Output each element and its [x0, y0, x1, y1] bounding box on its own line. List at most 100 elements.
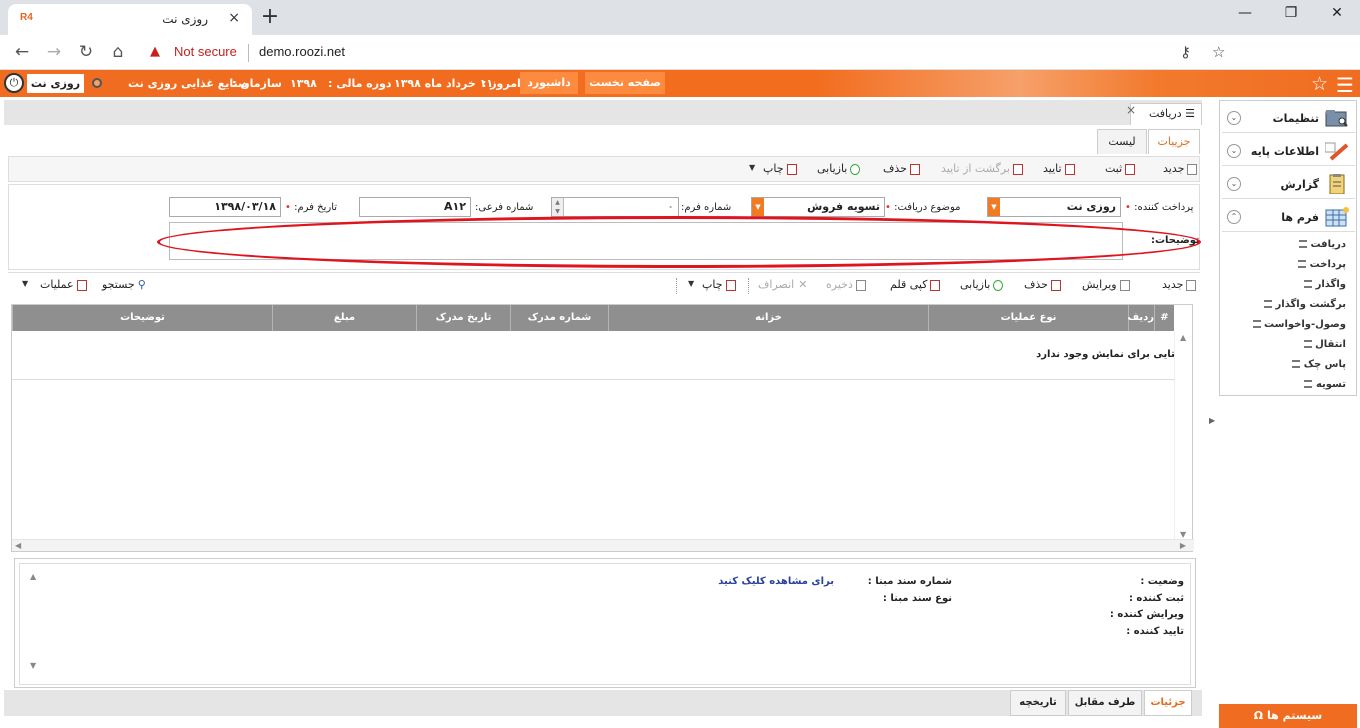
bookmark-star-icon[interactable]: ☆	[1212, 43, 1225, 61]
close-window-icon[interactable]: ✕	[1314, 5, 1360, 21]
form-number-field[interactable]: ۰ ▲ ▼	[551, 197, 679, 217]
page-tab-receipt[interactable]: ☰ دریافت	[1130, 103, 1202, 125]
form-date-field[interactable]: ۱۳۹۸/۰۳/۱۸	[169, 197, 281, 217]
sidebar-item-move[interactable]: انتقال	[1300, 339, 1346, 350]
col-row[interactable]: ردیف	[1127, 305, 1154, 331]
menu-icon[interactable]: ☰	[1336, 73, 1354, 97]
minimize-icon[interactable]: —	[1222, 5, 1268, 21]
tab-counterparty[interactable]: طرف مقابل	[1068, 690, 1142, 716]
grid-print-button[interactable]: چاپ	[702, 278, 736, 291]
chevron-up-icon[interactable]: ⌃	[1227, 210, 1241, 224]
payer-field[interactable]: روزی نت ▼	[987, 197, 1121, 217]
home-icon[interactable]: ⌂	[106, 42, 130, 62]
grid-edit-button[interactable]: ویرایش	[1082, 278, 1130, 291]
favorites-star-icon[interactable]: ☆	[1311, 73, 1328, 95]
col-operation-type[interactable]: نوع عملیات	[928, 305, 1128, 331]
maximize-icon[interactable]: ❐	[1268, 5, 1314, 21]
home-page-button[interactable]: صفحه نخست	[585, 72, 665, 94]
sidebar-item-return-transfer[interactable]: برگشت واگذار	[1260, 299, 1346, 310]
sidebar: تنظیمات ⌄ اطلاعات پایه ⌄ گزارش ⌄ فرم ها …	[1219, 100, 1357, 396]
browser-tab[interactable]: R4 روزی نت ×	[8, 4, 252, 35]
sidebar-group-forms[interactable]: فرم ها ⌃	[1222, 202, 1355, 232]
current-user[interactable]: روزی نت	[27, 74, 84, 93]
items-grid: # ردیف نوع عملیات خزانه شماره مدرک تاریخ…	[11, 304, 1194, 552]
chevron-down-icon[interactable]: ⌄	[1227, 111, 1241, 125]
key-icon[interactable]: ⚷	[1180, 43, 1191, 61]
new-tab-button[interactable]: +	[256, 5, 284, 31]
scroll-left-icon[interactable]: ◀	[15, 541, 21, 550]
scroll-up-icon[interactable]: ▲	[1180, 333, 1186, 342]
tab-list[interactable]: لیست	[1097, 129, 1147, 154]
save-button[interactable]: ثبت	[1105, 162, 1136, 175]
sidebar-item-transfer-out[interactable]: واگذار	[1300, 279, 1346, 290]
col-document-number[interactable]: شماره مدرک	[510, 305, 608, 331]
systems-button[interactable]: سیستم ها Ω	[1219, 704, 1357, 728]
sidebar-group-settings[interactable]: تنظیمات ⌄	[1222, 103, 1355, 133]
horizontal-scrollbar[interactable]: ◀ ▶	[12, 539, 1194, 551]
sidebar-item-pass-cheque[interactable]: پاس چک	[1288, 359, 1346, 370]
close-page-tab-icon[interactable]: ×	[1126, 103, 1136, 117]
chevron-down-icon[interactable]: ▼	[988, 198, 1000, 216]
sidebar-item-receipt[interactable]: دریافت	[1295, 239, 1346, 250]
new-icon	[1186, 279, 1197, 291]
copy-item-button[interactable]: کپی قلم	[890, 278, 941, 291]
print-dropdown-icon[interactable]: ▼	[749, 163, 755, 172]
sidebar-group-report[interactable]: گزارش ⌄	[1222, 169, 1355, 199]
col-document-date[interactable]: تاریخ مدرک	[416, 305, 510, 331]
subject-label-text: موضوع دریافت:	[894, 202, 961, 213]
power-icon[interactable]: ⏻	[4, 73, 24, 93]
warning-icon[interactable]: ▲	[150, 44, 160, 59]
col-treasury[interactable]: خزانه	[608, 305, 928, 331]
operations-dropdown-icon[interactable]: ▼	[22, 279, 28, 288]
splitter-handle[interactable]: ▶	[1209, 416, 1215, 425]
grid-cancel-button[interactable]: ✕انصراف	[758, 278, 807, 291]
recover-button[interactable]: بازیابی	[817, 162, 861, 175]
dashboard-button[interactable]: داشبورد	[520, 72, 578, 94]
sidebar-item-collection-protest[interactable]: وصول-واخواست	[1249, 319, 1346, 330]
stepper-icon[interactable]: ▲ ▼	[552, 198, 564, 216]
col-description[interactable]: توضیحات	[12, 305, 272, 331]
print-button[interactable]: چاپ	[763, 162, 797, 175]
chevron-down-icon[interactable]: ▼	[752, 198, 764, 216]
view-source-link[interactable]: برای مشاهده کلیک کنید	[718, 576, 834, 587]
tab-history[interactable]: تاریخچه	[1010, 690, 1066, 716]
delete-button[interactable]: حذف	[883, 162, 920, 175]
reload-icon[interactable]: ↻	[74, 42, 98, 62]
print-dropdown-icon[interactable]: ▼	[688, 279, 694, 288]
back-icon[interactable]: ←	[10, 42, 34, 62]
col-hash[interactable]: #	[1154, 305, 1174, 331]
edit-icon	[1119, 279, 1130, 291]
chevron-down-icon[interactable]: ⌄	[1227, 144, 1241, 158]
description-field[interactable]	[169, 222, 1123, 260]
forward-icon[interactable]: →	[42, 42, 66, 62]
new-button[interactable]: جدید	[1163, 162, 1198, 175]
operations-button[interactable]: عملیات	[40, 278, 87, 291]
search-button[interactable]: ⚲جستجو	[102, 278, 146, 291]
scroll-down-icon[interactable]: ▼	[30, 661, 36, 670]
scroll-right-icon[interactable]: ▶	[1180, 541, 1186, 550]
tab-details[interactable]: جزییات	[1148, 129, 1200, 154]
sidebar-item-settlement[interactable]: تسویه	[1300, 379, 1346, 390]
grid-recover-button[interactable]: بازیابی	[960, 278, 1004, 291]
col-amount[interactable]: مبلغ	[272, 305, 416, 331]
chevron-down-icon[interactable]: ⌄	[1227, 177, 1241, 191]
today-value: ۱۱ خرداد ماه ۱۳۹۸	[394, 77, 494, 90]
url-field[interactable]: demo.roozi.net	[259, 44, 345, 59]
scroll-down-icon[interactable]: ▼	[1180, 530, 1186, 539]
subject-field[interactable]: تسویه فروش ▼	[751, 197, 885, 217]
sidebar-group-base-info[interactable]: اطلاعات پایه ⌄	[1222, 136, 1355, 166]
unconfirm-button[interactable]: برگشت از تایید	[941, 162, 1023, 175]
grid-delete-button[interactable]: حذف	[1024, 278, 1061, 291]
recover-label: بازیابی	[817, 162, 848, 175]
close-tab-icon[interactable]: ×	[228, 10, 240, 26]
grid-new-button[interactable]: جدید	[1162, 278, 1197, 291]
tab-bottom-details[interactable]: جزئیات	[1144, 690, 1192, 716]
scroll-up-icon[interactable]: ▲	[30, 572, 36, 581]
grid-save-button[interactable]: ذخیره	[826, 278, 866, 291]
sidebar-item-payment[interactable]: پرداخت	[1294, 259, 1346, 270]
list-icon	[1252, 320, 1261, 328]
vertical-scrollbar[interactable]: ▲ ▼	[1174, 331, 1192, 541]
confirm-button[interactable]: تایید	[1043, 162, 1075, 175]
sub-number-field[interactable]: A۱۲	[359, 197, 471, 217]
security-label[interactable]: Not secure	[174, 44, 237, 59]
